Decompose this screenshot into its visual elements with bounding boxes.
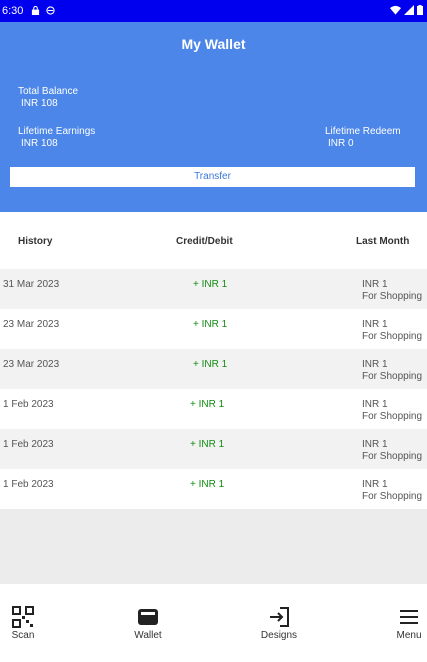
last-month-column-header[interactable]: Last Month xyxy=(356,236,409,247)
row-description: For Shopping xyxy=(362,451,423,462)
nav-scan[interactable]: Scan xyxy=(4,606,42,641)
history-list: 31 Mar 2023 + INR 1 INR 1 For Shopping 2… xyxy=(0,269,427,509)
lifetime-redeem-label: Lifetime Redeem xyxy=(325,126,401,137)
history-row[interactable]: 23 Mar 2023 + INR 1 INR 1 For Shopping xyxy=(0,349,427,389)
row-description: For Shopping xyxy=(362,331,423,342)
nav-wallet[interactable]: Wallet xyxy=(128,606,168,641)
row-value: INR 1 xyxy=(362,399,388,410)
row-value: INR 1 xyxy=(362,479,388,490)
row-amount: + INR 1 xyxy=(190,439,225,450)
transfer-button[interactable]: Transfer xyxy=(10,167,415,187)
total-balance-value: INR 108 xyxy=(21,98,58,109)
row-value: INR 1 xyxy=(362,439,388,450)
row-date: 1 Feb 2023 xyxy=(3,399,54,410)
row-description: For Shopping xyxy=(362,491,423,502)
login-arrow-icon xyxy=(270,607,289,627)
row-date: 31 Mar 2023 xyxy=(3,279,60,290)
row-value: INR 1 xyxy=(362,359,388,370)
status-bar: 6:30 xyxy=(0,0,427,22)
lifetime-earnings-label: Lifetime Earnings xyxy=(18,126,96,137)
nav-designs[interactable]: Designs xyxy=(258,606,300,641)
row-value: INR 1 xyxy=(362,279,388,290)
row-description: For Shopping xyxy=(362,411,423,422)
row-date: 23 Mar 2023 xyxy=(3,359,60,370)
status-time: 6:30 xyxy=(2,5,24,17)
qr-code-icon xyxy=(12,606,34,628)
nav-scan-label: Scan xyxy=(11,630,35,641)
history-row[interactable]: 1 Feb 2023 + INR 1 INR 1 For Shopping xyxy=(0,429,427,469)
row-amount: + INR 1 xyxy=(193,319,228,330)
history-column-header: History xyxy=(18,236,53,247)
wallet-icon xyxy=(138,609,158,625)
history-row[interactable]: 1 Feb 2023 + INR 1 INR 1 For Shopping xyxy=(0,389,427,429)
circle-icon xyxy=(46,6,55,15)
history-row[interactable]: 23 Mar 2023 + INR 1 INR 1 For Shopping xyxy=(0,309,427,349)
nav-wallet-label: Wallet xyxy=(134,630,162,641)
row-amount: + INR 1 xyxy=(193,359,228,370)
battery-icon xyxy=(417,5,423,15)
credit-debit-column-header: Credit/Debit xyxy=(176,236,233,247)
row-date: 23 Mar 2023 xyxy=(3,319,60,330)
signal-icon xyxy=(404,5,414,15)
row-description: For Shopping xyxy=(362,291,423,302)
row-amount: + INR 1 xyxy=(190,399,225,410)
page-title: My Wallet xyxy=(181,36,246,52)
row-description: For Shopping xyxy=(362,371,423,382)
history-row[interactable]: 1 Feb 2023 + INR 1 INR 1 For Shopping xyxy=(0,469,427,509)
lifetime-earnings-value: INR 108 xyxy=(21,138,58,149)
row-value: INR 1 xyxy=(362,319,388,330)
total-balance-label: Total Balance xyxy=(18,86,79,97)
row-amount: + INR 1 xyxy=(190,479,225,490)
lock-icon xyxy=(31,6,40,15)
row-date: 1 Feb 2023 xyxy=(3,479,54,490)
wallet-header: My Wallet Total Balance INR 108 Lifetime… xyxy=(0,22,427,212)
lifetime-redeem-value: INR 0 xyxy=(328,138,354,149)
history-header: History Credit/Debit Last Month xyxy=(0,212,427,269)
nav-menu[interactable]: Menu xyxy=(393,606,425,641)
row-amount: + INR 1 xyxy=(193,279,228,290)
bottom-navigation: Scan Wallet Designs Menu xyxy=(0,584,427,662)
wifi-icon xyxy=(390,5,401,15)
row-date: 1 Feb 2023 xyxy=(3,439,54,450)
nav-designs-label: Designs xyxy=(260,630,298,641)
nav-menu-label: Menu xyxy=(396,630,422,641)
hamburger-menu-icon xyxy=(400,610,418,624)
history-row[interactable]: 31 Mar 2023 + INR 1 INR 1 For Shopping xyxy=(0,269,427,309)
